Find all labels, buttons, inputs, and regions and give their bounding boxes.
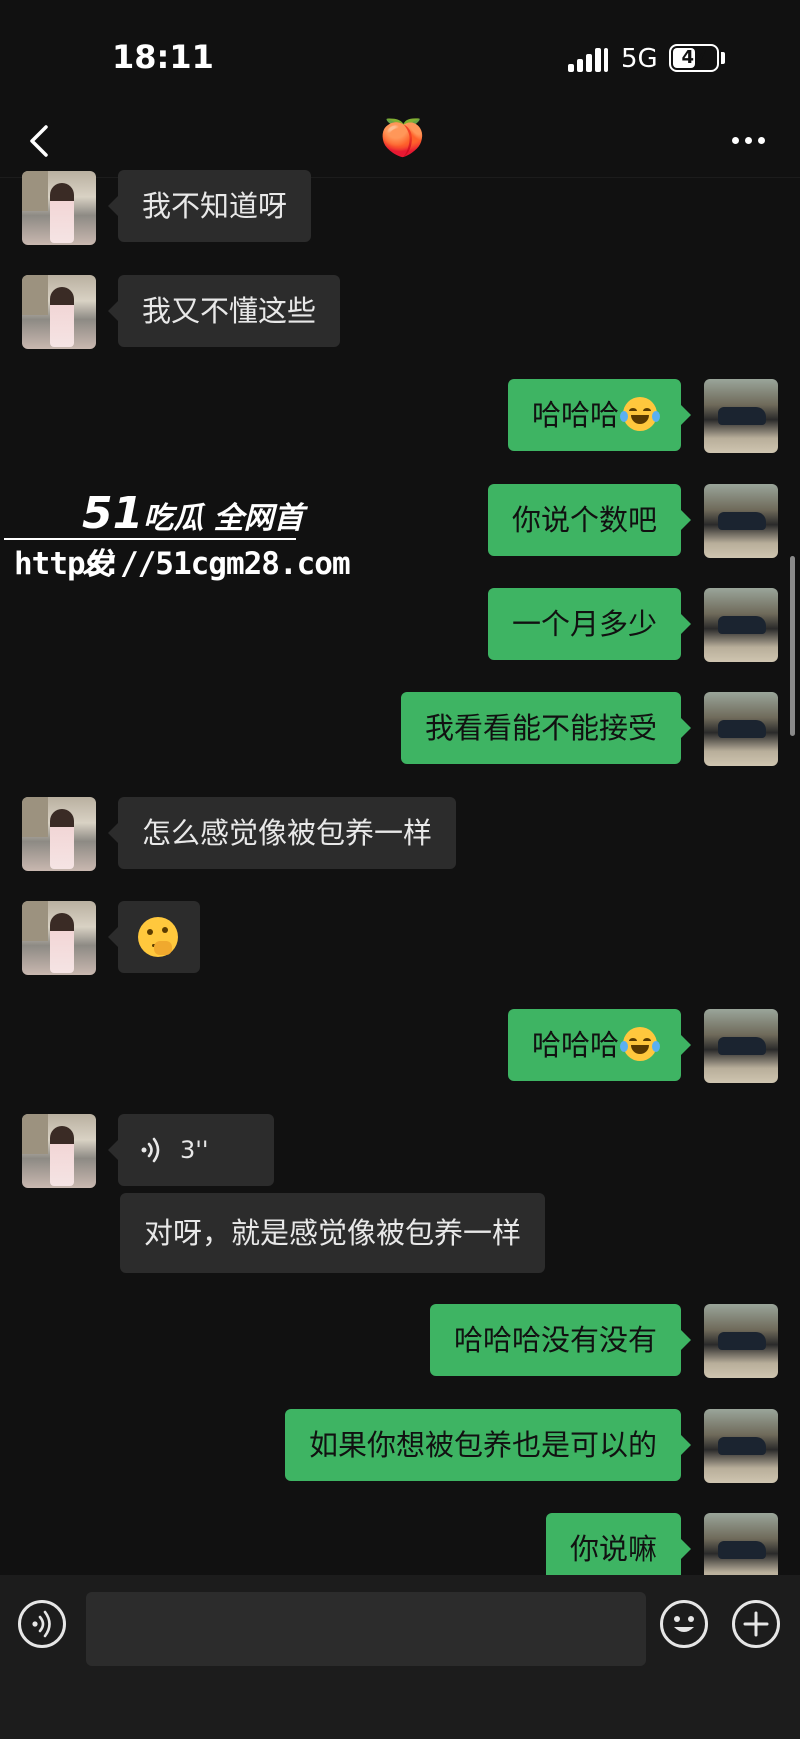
incoming-message[interactable]: 我又不懂这些: [107, 275, 341, 347]
message-input[interactable]: [86, 1592, 646, 1666]
outgoing-message[interactable]: 我看看能不能接受: [400, 692, 692, 764]
tears-of-joy-emoji: [620, 1027, 660, 1061]
message-emoji-wrap: [138, 901, 178, 973]
plus-icon[interactable]: [732, 1600, 780, 1648]
status-time: 18:11: [112, 38, 214, 76]
watermark-url: https://51cgm28.com: [14, 546, 351, 582]
smiley-icon[interactable]: [660, 1600, 708, 1648]
outgoing-message[interactable]: 你说个数吧: [487, 484, 692, 556]
voice-icon[interactable]: [18, 1600, 66, 1648]
chevron-left-icon[interactable]: [22, 121, 62, 161]
ellipsis-icon[interactable]: [728, 133, 768, 147]
incoming-message[interactable]: [108, 901, 200, 973]
message-text: 哈哈哈: [531, 1028, 619, 1062]
my-avatar[interactable]: [704, 379, 778, 453]
my-avatar[interactable]: [704, 1409, 778, 1483]
input-bar: [0, 1575, 800, 1739]
outgoing-message[interactable]: 一个月多少: [487, 588, 692, 660]
voice-wave-icon: [141, 1137, 160, 1163]
incoming-message[interactable]: 怎么感觉像被包养一样: [107, 797, 457, 869]
tears-of-joy-emoji: [620, 397, 660, 431]
voice-message[interactable]: 3'': [108, 1114, 274, 1186]
outgoing-message[interactable]: 如果你想被包养也是可以的: [284, 1409, 692, 1481]
outgoing-message[interactable]: 哈哈哈: [507, 379, 692, 451]
scrollbar[interactable]: [790, 556, 795, 736]
signal-icon: [568, 46, 608, 72]
contact-avatar[interactable]: [22, 1114, 96, 1188]
battery-level: 47: [681, 47, 707, 68]
battery-icon: 47: [669, 44, 719, 72]
my-avatar[interactable]: [704, 692, 778, 766]
status-bar: 18:11 5G 47: [0, 0, 800, 105]
incoming-message[interactable]: 我不知道呀: [107, 170, 312, 242]
my-avatar[interactable]: [704, 588, 778, 662]
incoming-message[interactable]: 对呀，就是感觉像被包养一样: [120, 1193, 546, 1273]
my-avatar[interactable]: [704, 1009, 778, 1083]
my-avatar[interactable]: [704, 484, 778, 558]
outgoing-message[interactable]: 哈哈哈: [507, 1009, 692, 1081]
contact-avatar[interactable]: [22, 171, 96, 245]
battery-tip: [721, 52, 725, 64]
contact-avatar[interactable]: [22, 797, 96, 871]
watermark: 51吃瓜 全网首发 https://51cgm28.com: [4, 488, 351, 588]
chat-header: 🍑: [0, 105, 800, 178]
network-type: 5G: [621, 44, 658, 74]
outgoing-message[interactable]: 哈哈哈没有没有: [429, 1304, 692, 1376]
my-avatar[interactable]: [704, 1304, 778, 1378]
contact-avatar[interactable]: [22, 901, 96, 975]
contact-avatar[interactable]: [22, 275, 96, 349]
voice-duration: 3'': [180, 1136, 209, 1164]
chat-title: 🍑: [380, 118, 425, 159]
thinking-face-emoji: [138, 917, 178, 957]
watermark-divider: [4, 538, 296, 540]
message-text: 哈哈哈: [531, 398, 619, 432]
